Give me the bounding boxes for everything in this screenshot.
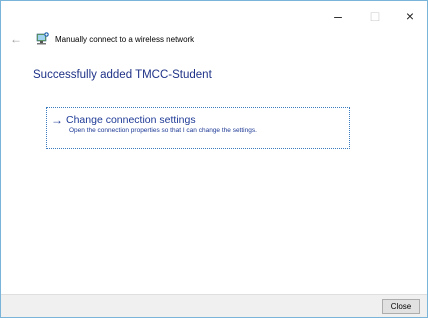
change-connection-settings-link[interactable]: → Change connection settings Open the co…	[46, 107, 350, 149]
arrow-right-icon: →	[51, 113, 63, 127]
wireless-network-icon	[33, 30, 51, 48]
back-arrow-icon[interactable]: ←	[7, 30, 25, 48]
wizard-window: – □ × ← Manually connect to a wireless n…	[0, 0, 428, 318]
wizard-header: ← Manually connect to a wireless network	[7, 29, 194, 49]
close-window-button[interactable]: ×	[393, 1, 427, 31]
wizard-title: Manually connect to a wireless network	[55, 34, 195, 44]
command-link-title: Change connection settings	[66, 114, 196, 126]
close-button[interactable]: Close	[382, 299, 420, 314]
minimize-button[interactable]: –	[319, 1, 357, 31]
maximize-button[interactable]: □	[357, 1, 393, 31]
command-link-description: Open the connection properties so that I…	[69, 127, 257, 134]
footer-bar: Close	[1, 294, 427, 317]
main-instruction: Successfully added TMCC-Student	[33, 69, 212, 81]
caption-buttons: – □ ×	[319, 1, 427, 31]
